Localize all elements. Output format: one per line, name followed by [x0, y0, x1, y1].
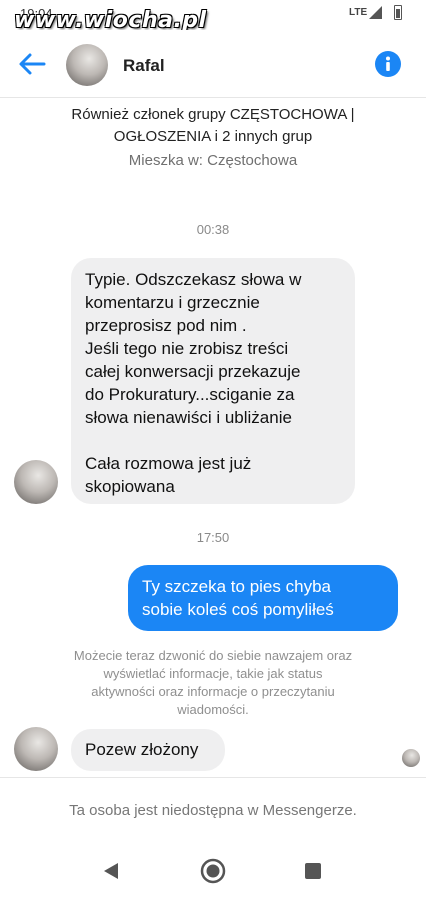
- mutual-groups-line-1: Również członek grupy CZĘSTOCHOWA |: [71, 106, 355, 123]
- network-type: LTE: [349, 7, 368, 18]
- message-line: Typie. Odszczekasz słowa w: [85, 270, 302, 289]
- message-line: sobie koleś coś pomyliłeś: [142, 600, 334, 619]
- nav-home-button[interactable]: [199, 857, 227, 885]
- outgoing-message[interactable]: Ty szczeka to pies chyba sobie koleś coś…: [128, 565, 398, 631]
- nav-back-button[interactable]: [97, 857, 125, 885]
- nav-recents-button[interactable]: [299, 857, 327, 885]
- incoming-message[interactable]: Pozew złożony: [71, 729, 225, 771]
- message-line: komentarzu i grzecznie: [85, 293, 260, 312]
- message-line: Jeśli tego nie zrobisz treści: [85, 339, 289, 358]
- sender-avatar[interactable]: [14, 460, 58, 504]
- triangle-back-icon: [104, 863, 118, 879]
- circle-home-icon: [200, 858, 226, 884]
- message-line: całej konwersacji przekazuje: [85, 362, 301, 381]
- message-line: Ty szczeka to pies chyba: [142, 577, 331, 596]
- unavailable-text: Ta osoba jest niedostępna w Messengerze.: [69, 802, 357, 819]
- message-line: skopiowana: [85, 477, 175, 496]
- message-line: przeprosisz pod nim .: [85, 316, 247, 335]
- square-recents-icon: [305, 863, 321, 879]
- system-navigation-bar: [0, 843, 426, 900]
- info-icon: [386, 56, 390, 71]
- call-permission-notice: Możecie teraz dzwonić do siebie nawzajem…: [73, 648, 353, 717]
- unavailable-banner: Ta osoba jest niedostępna w Messengerze.: [0, 777, 426, 843]
- message-text: Pozew złożony: [85, 740, 199, 759]
- battery-icon: [394, 5, 402, 20]
- back-button[interactable]: [16, 48, 48, 80]
- arrow-left-icon: [19, 53, 46, 75]
- sender-avatar[interactable]: [14, 727, 58, 771]
- timestamp: 17:50: [196, 530, 230, 545]
- incoming-message[interactable]: Typie. Odszczekasz słowa w komentarzu i …: [71, 258, 355, 504]
- lives-in: Mieszka w: Częstochowa: [128, 152, 298, 169]
- info-button[interactable]: [375, 51, 401, 77]
- contact-avatar[interactable]: [66, 44, 108, 86]
- signal-icon: [369, 6, 382, 19]
- message-line: słowa nienawiści i ubliżanie: [85, 408, 292, 427]
- message-line: Cała rozmowa jest już: [85, 454, 252, 473]
- read-receipt-avatar: [402, 749, 420, 767]
- contact-name[interactable]: Rafal: [123, 56, 165, 76]
- mutual-groups-line-2: OGŁOSZENIA i 2 innych grup: [113, 128, 313, 145]
- conversation-header: Rafal: [0, 30, 426, 98]
- message-line: do Prokuratury...sciganie za: [85, 385, 295, 404]
- status-bar: 19:04 www.wiocha.pl LTE: [0, 0, 426, 33]
- message-line: [85, 429, 341, 452]
- timestamp: 00:38: [196, 222, 230, 237]
